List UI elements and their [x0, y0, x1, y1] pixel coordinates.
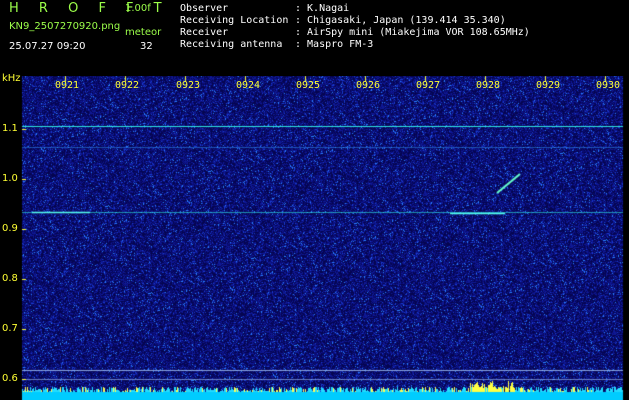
- info-value-antenna: : Maspro FM-3: [295, 39, 374, 50]
- y-axis-unit: kHz: [2, 73, 21, 84]
- x-tick-label: 0921: [55, 80, 80, 91]
- x-tick-label: 0922: [115, 80, 140, 91]
- version-label: 1.00f: [125, 3, 151, 14]
- y-tick-label: 1.0: [2, 173, 18, 184]
- info-value-receiver: : AirSpy mini (Miakejima VOR 108.65MHz): [295, 27, 530, 38]
- x-tick-label: 0926: [356, 80, 381, 91]
- x-tick-label: 0930: [596, 80, 621, 91]
- meteor-label: meteor: [125, 27, 162, 38]
- x-tick-label: 0927: [416, 80, 441, 91]
- y-tick-label: 0.8: [2, 273, 18, 284]
- header-panel: H R O F F T 1.00f KN9_2507270920.png met…: [0, 0, 629, 76]
- info-key-antenna: Receiving antenna: [180, 39, 283, 50]
- x-tick-label: 0925: [296, 80, 321, 91]
- y-tick-label: 0.9: [2, 223, 18, 234]
- x-tick-label: 0924: [236, 80, 261, 91]
- y-tick-label: 1.1: [2, 123, 18, 134]
- y-tick-label: 0.6: [2, 373, 18, 384]
- x-tick-label: 0929: [536, 80, 561, 91]
- meteor-count: 32: [140, 41, 153, 52]
- x-tick-label: 0923: [176, 80, 201, 91]
- filename-label: KN9_2507270920.png: [9, 21, 121, 32]
- y-tick-label: 0.7: [2, 323, 18, 334]
- x-tick-label: 0928: [476, 80, 501, 91]
- datetime-label: 25.07.27 09:20: [9, 41, 86, 52]
- info-key-receiver: Receiver: [180, 27, 229, 38]
- info-value-location: : Chigasaki, Japan (139.414 35.340): [295, 15, 506, 26]
- info-key-location: Receiving Location: [180, 15, 289, 26]
- info-value-observer: : K.Nagai: [295, 3, 350, 14]
- info-key-observer: Observer: [180, 3, 229, 14]
